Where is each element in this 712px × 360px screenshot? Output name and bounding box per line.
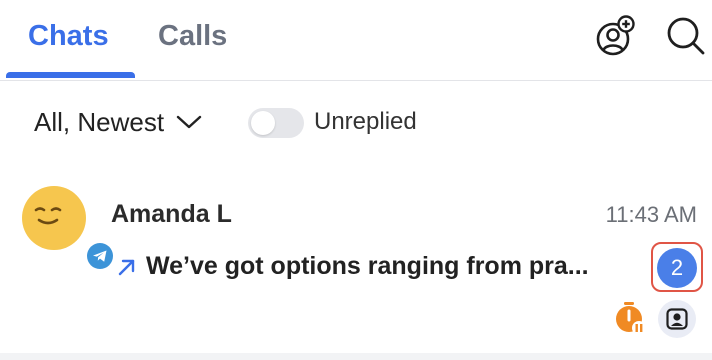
tab-bar: Chats Calls [0, 0, 712, 81]
chat-list-item[interactable]: Amanda L 11:43 AM We’ve got options rang… [0, 172, 712, 350]
smiling-face-icon [34, 207, 62, 225]
telegram-badge [85, 241, 115, 271]
chevron-down-icon [176, 115, 202, 129]
chat-timestamp: 11:43 AM [605, 202, 697, 227]
unread-count-badge: 2 [657, 248, 697, 288]
chat-app: Chats Calls All, Newest Unreplied Amanda… [0, 0, 712, 360]
last-message-preview: We’ve got options ranging from pra... [146, 252, 589, 280]
sort-dropdown[interactable]: All, Newest [34, 106, 202, 138]
active-tab-indicator [6, 72, 135, 78]
tab-calls[interactable]: Calls [158, 16, 227, 56]
search-button[interactable] [664, 14, 708, 58]
avatar [22, 186, 115, 271]
outgoing-arrow-icon [118, 259, 135, 276]
search-icon [667, 17, 705, 55]
unreplied-toggle[interactable] [248, 108, 304, 138]
assignee-button[interactable] [658, 300, 696, 338]
timer-paused-icon [616, 302, 646, 335]
telegram-icon [87, 243, 113, 269]
add-contact-icon [596, 15, 635, 56]
contact-name: Amanda L [111, 200, 232, 228]
new-contact-button[interactable] [593, 14, 637, 58]
filter-row: All, Newest Unreplied [0, 98, 712, 146]
sort-label: All, Newest [34, 107, 165, 137]
tab-chats[interactable]: Chats [28, 16, 109, 56]
toggle-knob [251, 111, 275, 135]
list-divider [0, 353, 712, 360]
unreplied-label: Unreplied [314, 108, 417, 135]
contact-card-icon [666, 308, 688, 330]
